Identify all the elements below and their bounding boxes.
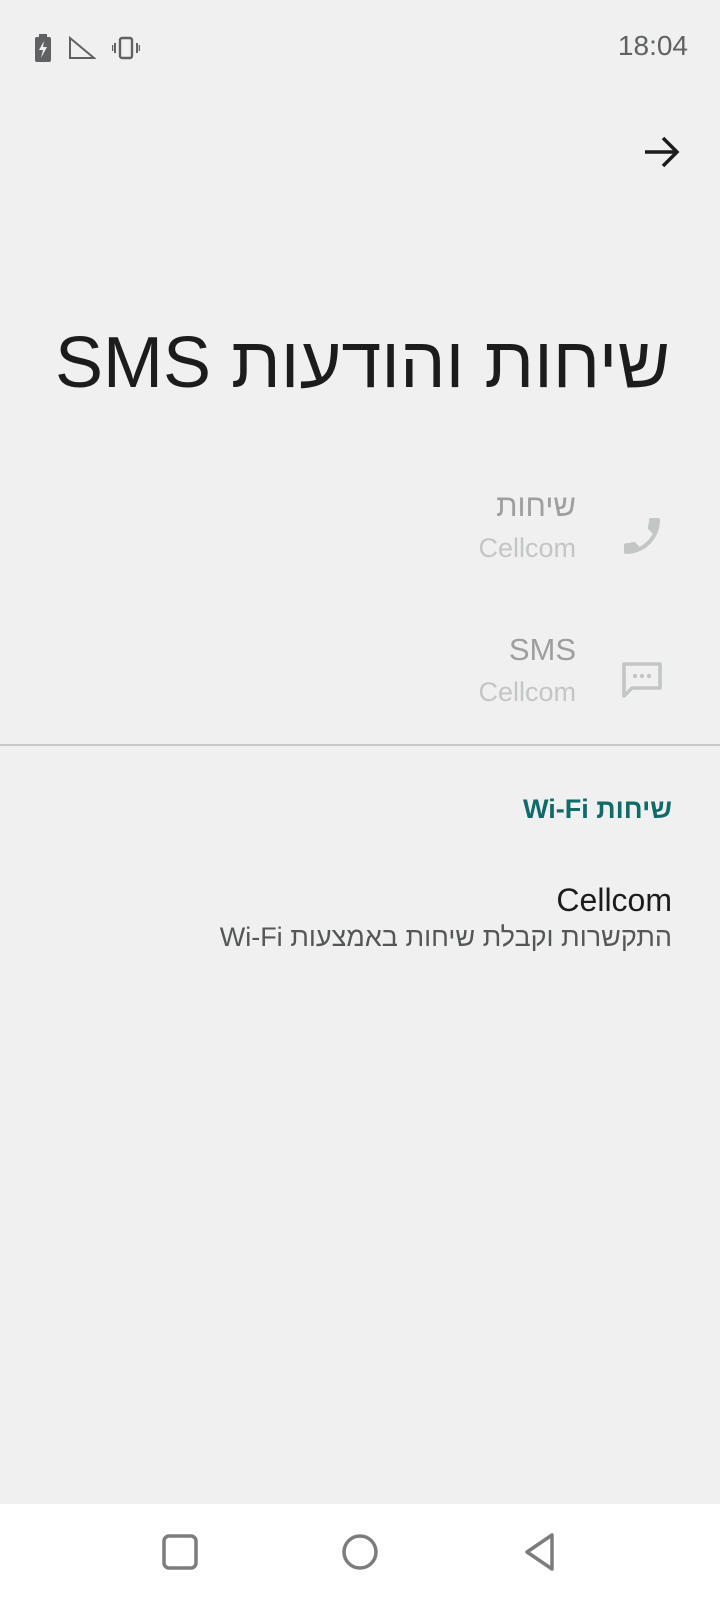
status-bar: 18:04 — [0, 0, 720, 96]
back-icon[interactable] — [518, 1530, 562, 1574]
recents-icon[interactable] — [158, 1530, 202, 1574]
home-icon[interactable] — [338, 1530, 382, 1574]
section-divider — [0, 744, 720, 746]
sms-preference[interactable]: SMS Cellcom — [0, 630, 720, 760]
arrow-right-icon[interactable] — [640, 130, 684, 174]
vibrate-icon — [112, 36, 140, 60]
wifi-calling-header: שיחות Wi-Fi — [522, 794, 672, 824]
status-time: 18:04 — [617, 30, 688, 61]
page-title: שיחות והודעות SMS — [55, 323, 670, 403]
calls-preference[interactable]: שיחות Cellcom — [0, 486, 720, 616]
wifi-calling-item[interactable]: Cellcom התקשרות וקבלת שיחות באמצעות Wi-F… — [0, 876, 720, 986]
calls-title: שיחות — [496, 488, 576, 523]
battery-charging-icon — [34, 34, 52, 62]
sms-title: SMS — [508, 632, 576, 667]
message-icon — [618, 656, 666, 704]
status-icons — [34, 34, 140, 62]
wifi-calling-summary: התקשרות וקבלת שיחות באמצעות Wi-Fi — [219, 922, 672, 952]
navigation-bar — [0, 1504, 720, 1600]
sms-summary: Cellcom — [478, 677, 576, 707]
signal-icon — [68, 36, 96, 60]
phone-icon — [618, 512, 666, 560]
calls-summary: Cellcom — [478, 533, 576, 563]
wifi-calling-title: Cellcom — [556, 882, 672, 918]
